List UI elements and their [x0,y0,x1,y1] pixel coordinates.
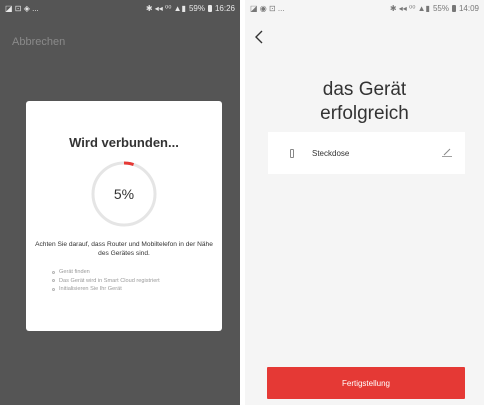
status-bar: ◪ ⊡ ◈ ... ✱ ◂◂ ⁰⁰ ▲▮ 59% 16:26 [0,0,240,17]
list-item: Gerät finden [52,268,222,277]
title-line: das Gerät [322,79,407,100]
step-list: Gerät finden Das Gerät wird in Smart Clo… [52,268,222,294]
battery-level: 59% [188,4,205,13]
finish-button[interactable]: Fertigstellung [267,367,465,399]
battery-icon [207,5,212,12]
pencil-icon[interactable] [441,144,453,162]
step-label: Initialisieren Sie Ihr Gerät [59,286,122,292]
list-item: Initialisieren Sie Ihr Gerät [52,285,222,294]
clock: 14:09 [458,4,479,13]
step-label: Gerät finden [59,269,90,275]
connecting-screen: ◪ ⊡ ◈ ... ✱ ◂◂ ⁰⁰ ▲▮ 59% 16:26 Abbrechen… [0,0,240,405]
step-dot-icon [52,287,55,291]
step-dot-icon [52,279,55,283]
proximity-hint: Achten Sie darauf, dass Router und Mobil… [35,241,213,257]
device-name: Steckdose [312,148,350,158]
title-line: erfolgreich [320,103,409,124]
system-icons: ✱ ◂◂ ⁰⁰ ▲▮ 55% 14:09 [390,4,479,13]
battery-level: 55% [432,4,449,13]
cancel-button[interactable]: Abbrechen [12,36,65,48]
page-title: das Gerät erfolgreich [245,78,484,126]
progress-ring: 5% [88,158,160,230]
plug-icon [290,148,294,158]
notification-icon: ◪ ◉ ⊡ ... [250,4,285,13]
success-screen: ◪ ◉ ⊡ ... ✱ ◂◂ ⁰⁰ ▲▮ 55% 14:09 das Gerät… [245,0,484,405]
system-icons: ✱ ◂◂ ⁰⁰ ▲▮ 59% 16:26 [146,4,235,13]
notification-icon: ◪ ⊡ ◈ ... [5,4,39,13]
step-label: Das Gerät wird in Smart Cloud registrier… [59,277,160,284]
progress-percent: 5% [113,186,135,202]
status-bar: ◪ ◉ ⊡ ... ✱ ◂◂ ⁰⁰ ▲▮ 55% 14:09 [245,0,484,17]
chevron-left-icon[interactable] [253,29,265,49]
battery-icon [451,5,456,12]
device-row[interactable]: Steckdose [268,132,465,174]
step-dot-icon [52,270,55,274]
dialog-title: Wird verbunden... [69,135,179,150]
connecting-dialog: Wird verbunden... 5% Achten Sie darauf, … [26,101,222,331]
signal-icon: ✱ ◂◂ ⁰⁰ ▲▮ [389,4,430,13]
notification-icons: ◪ ⊡ ◈ ... [5,4,39,13]
signal-icon: ✱ ◂◂ ⁰⁰ ▲▮ [145,4,186,13]
notification-icons: ◪ ◉ ⊡ ... [250,4,285,13]
list-item: Das Gerät wird in Smart Cloud registrier… [52,277,222,286]
clock: 16:26 [214,4,235,13]
